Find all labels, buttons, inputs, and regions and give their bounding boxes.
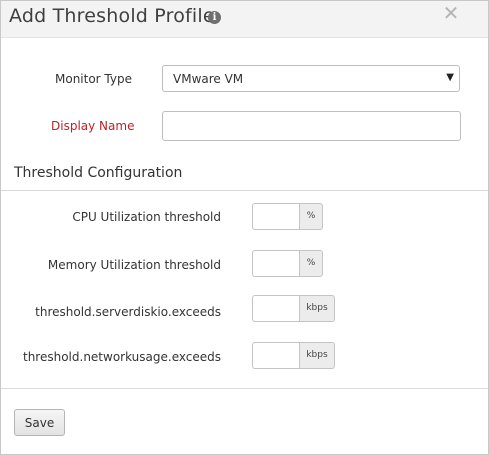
display-name-input[interactable]	[162, 111, 461, 141]
dialog-title: Add Threshold Profile	[9, 5, 215, 27]
memory-threshold-label: Memory Utilization threshold	[47, 258, 221, 272]
diskio-threshold-unit: kbps	[299, 295, 335, 322]
monitor-type-label: Monitor Type	[55, 72, 132, 86]
diskio-threshold-input[interactable]	[252, 295, 300, 322]
save-button[interactable]: Save	[14, 409, 65, 436]
networkusage-threshold-unit: kbps	[299, 342, 335, 369]
monitor-type-select[interactable]: VMware VM ▼	[162, 65, 460, 92]
footer-divider	[1, 388, 488, 389]
section-divider	[1, 190, 488, 191]
diskio-threshold-label: threshold.serverdiskio.exceeds	[35, 305, 221, 319]
memory-threshold-unit: %	[299, 250, 323, 277]
networkusage-threshold-label: threshold.networkusage.exceeds	[22, 350, 221, 364]
display-name-label: Display Name	[51, 119, 135, 133]
cpu-threshold-input[interactable]	[252, 203, 300, 230]
cpu-threshold-label: CPU Utilization threshold	[72, 210, 221, 224]
threshold-configuration-title: Threshold Configuration	[14, 165, 183, 181]
cpu-threshold-unit: %	[299, 203, 323, 230]
dialog-header: Add Threshold Profile i ✕	[1, 1, 488, 38]
monitor-type-selected-value: VMware VM	[173, 72, 244, 86]
memory-threshold-input[interactable]	[252, 250, 300, 277]
chevron-down-icon: ▼	[446, 72, 454, 83]
close-icon[interactable]: ✕	[441, 3, 461, 23]
networkusage-threshold-input[interactable]	[252, 342, 300, 369]
info-icon[interactable]: i	[208, 11, 221, 24]
add-threshold-profile-dialog: Add Threshold Profile i ✕ Monitor Type V…	[0, 0, 489, 455]
